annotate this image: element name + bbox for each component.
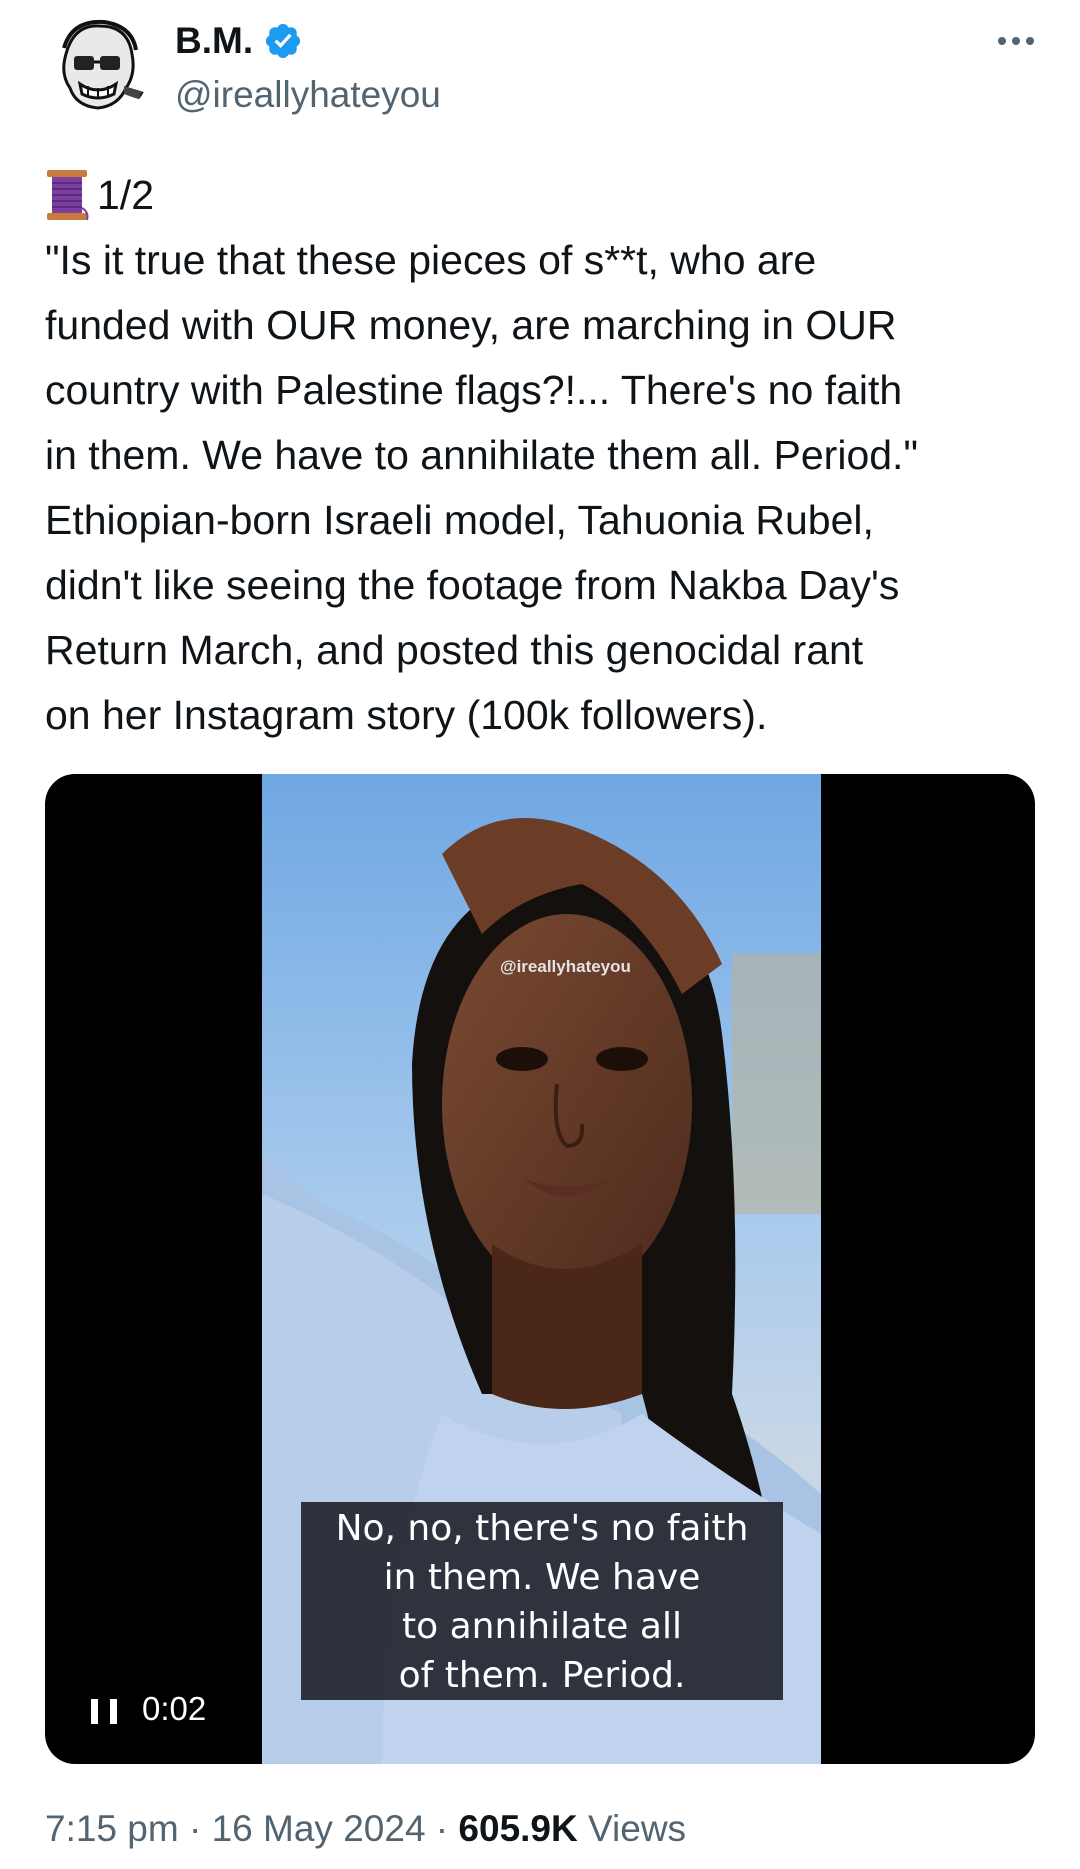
more-dots-icon	[998, 37, 1034, 45]
thread-counter-line: 1/2	[45, 165, 154, 225]
meta-separator: ·	[178, 1808, 212, 1849]
author-handle[interactable]: @ireallyhateyou	[175, 72, 441, 118]
video-elapsed-time: 0:02	[142, 1690, 207, 1727]
meta-separator: ·	[425, 1808, 459, 1849]
spool-of-thread-icon	[47, 170, 89, 221]
thread-counter: 1/2	[97, 172, 154, 218]
views-label: Views	[577, 1808, 687, 1849]
pause-button[interactable]	[91, 1696, 117, 1726]
pause-icon-bar-right	[110, 1699, 117, 1724]
tweet-time[interactable]: 7:15 pm	[45, 1808, 179, 1849]
more-options-button[interactable]	[986, 26, 1046, 56]
avatar[interactable]	[44, 14, 150, 120]
tweet-text: "Is it true that these pieces of s**t, w…	[45, 237, 918, 738]
tweet-metadata: 7:15 pm · 16 May 2024 · 605.9K Views	[45, 1807, 686, 1851]
views-count[interactable]: 605.9K	[458, 1808, 577, 1849]
avatar-illustration	[44, 14, 150, 120]
video-player[interactable]: @ireallyhateyou No, no, there's no faith…	[45, 774, 1035, 1764]
video-caption: No, no, there's no faith in them. We hav…	[301, 1502, 783, 1700]
author-name[interactable]: B.M.	[175, 18, 253, 64]
video-watermark: @ireallyhateyou	[500, 957, 631, 976]
pause-icon-bar-left	[91, 1699, 98, 1724]
author-name-row[interactable]: B.M.	[175, 18, 303, 64]
verified-badge-icon	[266, 23, 301, 59]
tweet-date[interactable]: 16 May 2024	[212, 1808, 426, 1849]
